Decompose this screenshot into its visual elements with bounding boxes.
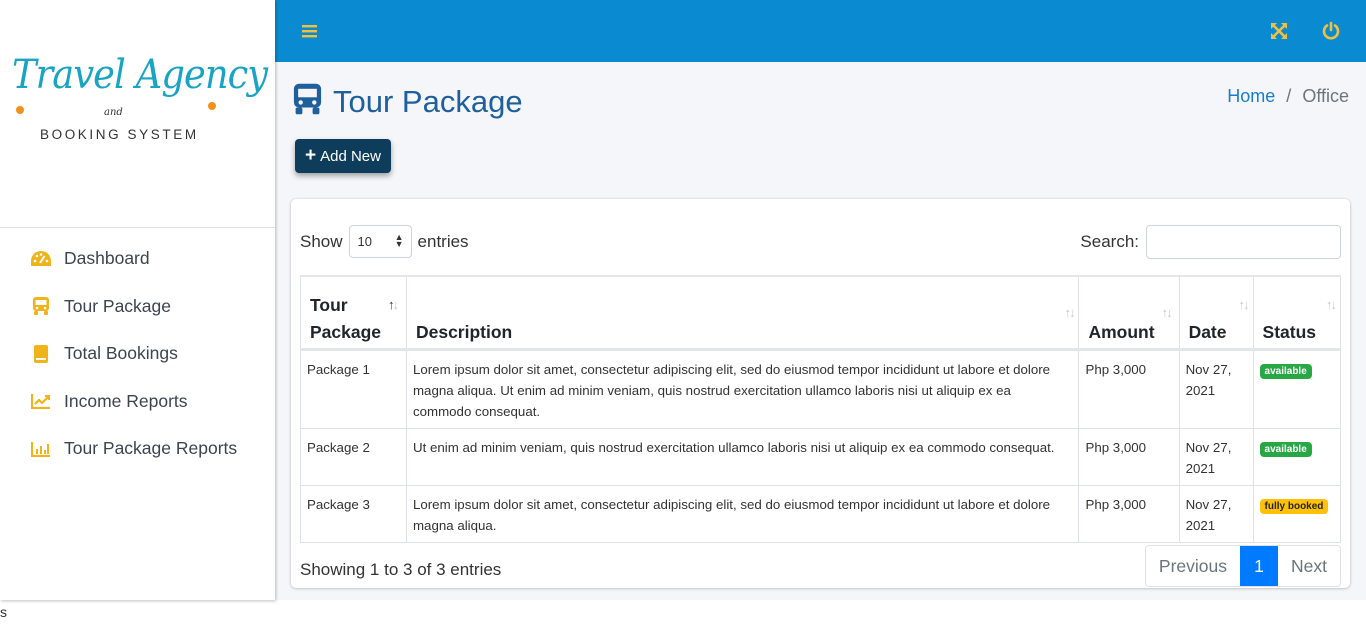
brand-subtitle: BOOKING SYSTEM — [40, 127, 199, 142]
power-icon[interactable] — [1321, 21, 1341, 41]
cell-package: Package 3 — [300, 484, 407, 543]
book-icon — [30, 343, 52, 365]
show-label: Show — [300, 231, 343, 251]
bar-chart-icon — [30, 438, 52, 460]
page-length-control: Show 10 ▲ ▼ entries — [300, 225, 469, 258]
sidebar-item-label: Income Reports — [64, 390, 188, 411]
page-title: Tour Package — [292, 82, 523, 121]
main-content: Tour Package Home / Office + Add New Sho… — [275, 62, 1366, 600]
packages-card: Show 10 ▲ ▼ entries Search: Tour Package ↑… — [291, 199, 1350, 588]
sidebar-item-income-reports[interactable]: Income Reports — [0, 378, 275, 426]
sidebar-item-label: Tour Package Reports — [64, 438, 238, 459]
sort-icon: ↑↓ — [1326, 296, 1337, 312]
cell-amount: Php 3,000 — [1078, 484, 1180, 543]
expand-arrows-icon[interactable] — [1269, 21, 1289, 41]
breadcrumb-current: Office — [1302, 86, 1349, 106]
bus-icon — [30, 295, 52, 317]
cell-date: Nov 27, 2021 — [1178, 484, 1254, 543]
top-navbar — [275, 0, 1366, 62]
sidebar-divider — [0, 227, 275, 228]
line-chart-icon — [30, 390, 52, 412]
cell-amount: Php 3,000 — [1078, 348, 1180, 429]
breadcrumb-home-link[interactable]: Home — [1227, 86, 1275, 106]
column-header-label: Amount — [1088, 321, 1155, 342]
page-title-text: Tour Package — [333, 83, 523, 119]
cell-status: available — [1252, 427, 1342, 486]
cell-description: Ut enim ad minim veniam, quis nostrud ex… — [405, 427, 1080, 486]
add-new-button[interactable]: + Add New — [295, 139, 391, 173]
column-header-label: Description — [415, 321, 513, 342]
status-badge: available — [1259, 363, 1312, 379]
search-input[interactable] — [1146, 225, 1341, 259]
sidebar-item-total-bookings[interactable]: Total Bookings — [0, 330, 275, 378]
status-badge: available — [1259, 441, 1312, 457]
sort-icon: ↑↓ — [1238, 296, 1250, 312]
brand-title: Travel Agency — [12, 52, 268, 98]
column-header-amount[interactable]: Amount ↑↓ — [1078, 275, 1180, 351]
cell-amount: Php 3,000 — [1078, 427, 1180, 486]
entries-label: entries — [417, 231, 469, 251]
column-header-status[interactable]: Status ↑↓ — [1252, 275, 1342, 351]
search-label: Search: — [1080, 232, 1139, 251]
logo-dot — [208, 102, 216, 110]
add-new-label: Add New — [320, 147, 381, 165]
sidebar-nav: Dashboard Tour Package Total Bookings In… — [0, 235, 275, 473]
sidebar-item-tour-package-reports[interactable]: Tour Package Reports — [0, 425, 275, 473]
table-row: Package 2 Ut enim ad minim veniam, quis … — [300, 427, 1342, 486]
column-header-tour-package[interactable]: Tour Package ↑↓ — [300, 275, 407, 351]
sidebar-item-dashboard[interactable]: Dashboard — [0, 235, 275, 283]
plus-icon: + — [305, 145, 317, 166]
next-page-button[interactable]: Next — [1278, 546, 1340, 586]
sort-icon: ↑↓ — [1064, 304, 1075, 320]
cell-status: fully booked — [1252, 484, 1342, 543]
sidebar-item-label: Tour Package — [64, 295, 172, 316]
cell-date: Nov 27, 2021 — [1178, 348, 1254, 429]
table-row: Package 1 Lorem ipsum dolor sit amet, co… — [300, 348, 1342, 429]
status-badge: fully booked — [1259, 498, 1329, 514]
breadcrumb-separator: / — [1286, 86, 1292, 106]
stray-text: s — [0, 604, 7, 620]
breadcrumb: Home / Office — [1227, 86, 1349, 107]
previous-page-button[interactable]: Previous — [1145, 546, 1241, 586]
hamburger-icon[interactable] — [300, 21, 320, 41]
cell-description: Lorem ipsum dolor sit amet, consectetur … — [405, 348, 1080, 429]
column-header-date[interactable]: Date ↑↓ — [1178, 275, 1254, 351]
brand-connector: and — [104, 107, 123, 118]
column-header-description[interactable]: Description ↑↓ — [405, 275, 1080, 351]
search-control: Search: — [1080, 225, 1341, 259]
table-row: Package 3 Lorem ipsum dolor sit amet, co… — [300, 484, 1342, 543]
sort-icon: ↑↓ — [1161, 304, 1173, 320]
bus-icon — [292, 82, 323, 121]
sidebar-item-label: Total Bookings — [64, 343, 178, 364]
table-info: Showing 1 to 3 of 3 entries — [300, 560, 502, 579]
brand-logo[interactable]: Travel Agency and BOOKING SYSTEM — [12, 52, 268, 152]
sort-icon: ↑↓ — [387, 296, 399, 312]
cell-status: available — [1252, 348, 1342, 429]
page-length-select[interactable]: 10 — [348, 225, 412, 258]
packages-table: Tour Package ↑↓ Description ↑↓ Amount ↑↓ Da… — [300, 275, 1342, 543]
cell-date: Nov 27, 2021 — [1178, 427, 1254, 486]
column-header-label: Tour Package — [310, 294, 382, 342]
cell-package: Package 2 — [300, 427, 407, 486]
sidebar: Travel Agency and BOOKING SYSTEM Dashboa… — [0, 0, 275, 600]
page-1-button[interactable]: 1 — [1240, 546, 1279, 586]
column-header-label: Date — [1188, 321, 1227, 342]
pagination: Previous 1 Next — [1144, 545, 1341, 587]
cell-description: Lorem ipsum dolor sit amet, consectetur … — [405, 484, 1080, 543]
tachometer-icon — [30, 248, 52, 270]
column-header-label: Status — [1262, 321, 1316, 342]
logo-dot — [16, 106, 24, 114]
sidebar-item-label: Dashboard — [64, 248, 150, 269]
table-header-row: Tour Package ↑↓ Description ↑↓ Amount ↑↓ Da… — [300, 275, 1342, 351]
cell-package: Package 1 — [300, 348, 407, 429]
sidebar-item-tour-package[interactable]: Tour Package — [0, 283, 275, 331]
